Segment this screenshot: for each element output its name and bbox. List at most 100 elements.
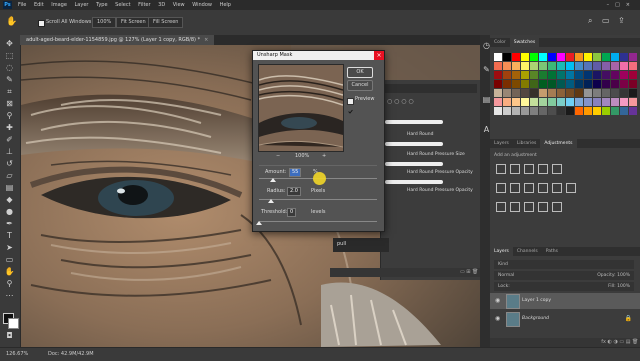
color-swatch[interactable] xyxy=(611,62,619,70)
color-swatch[interactable] xyxy=(593,80,601,88)
menu-help[interactable]: Help xyxy=(220,2,231,8)
menu-3d[interactable]: 3D xyxy=(158,2,165,8)
color-swatch[interactable] xyxy=(557,107,565,115)
scroll-all-checkbox[interactable] xyxy=(38,20,45,27)
menu-edit[interactable]: Edit xyxy=(34,2,44,8)
brush-item[interactable]: Hard Round Pressure Size xyxy=(407,152,465,157)
workspace-icon[interactable]: ▭ xyxy=(602,16,610,25)
color-swatch[interactable] xyxy=(575,62,583,70)
menu-view[interactable]: View xyxy=(173,2,185,8)
color-swatch[interactable] xyxy=(557,89,565,97)
color-swatch[interactable] xyxy=(620,107,628,115)
path-selection-tool-icon[interactable]: ➤ xyxy=(4,243,15,252)
color-swatch[interactable] xyxy=(503,107,511,115)
move-tool-icon[interactable]: ✥ xyxy=(4,39,15,48)
color-swatch[interactable] xyxy=(521,53,529,61)
color-swatch[interactable] xyxy=(503,62,511,70)
color-swatch[interactable] xyxy=(584,71,592,79)
eye-icon[interactable]: ◉ xyxy=(495,311,500,327)
color-swatch[interactable] xyxy=(629,89,637,97)
document-tab[interactable]: adult-aged-beard-elder-1154859.jpg @ 127… xyxy=(20,35,215,45)
color-swatch[interactable] xyxy=(503,71,511,79)
color-swatch[interactable] xyxy=(494,98,502,106)
color-swatch[interactable] xyxy=(512,80,520,88)
color-swatch[interactable] xyxy=(593,53,601,61)
brush-item[interactable]: Hard Round Pressure Opacity xyxy=(407,188,473,193)
color-swatch[interactable] xyxy=(584,89,592,97)
color-swatch[interactable] xyxy=(521,71,529,79)
ok-button[interactable]: OK xyxy=(347,67,373,78)
color-swatch[interactable] xyxy=(530,71,538,79)
hand-tool-icon[interactable]: ✋ xyxy=(4,267,15,276)
color-swatch[interactable] xyxy=(521,98,529,106)
vibrance-icon[interactable] xyxy=(552,164,562,174)
color-swatch[interactable] xyxy=(557,98,565,106)
opacity-control[interactable]: Opacity: 100% xyxy=(597,271,630,280)
history-brush-tool-icon[interactable]: ↺ xyxy=(4,159,15,168)
photo-filter-icon[interactable] xyxy=(538,183,548,193)
dodge-tool-icon[interactable]: ● xyxy=(4,207,15,216)
fill-screen-button[interactable]: Fill Screen xyxy=(148,17,184,28)
menu-select[interactable]: Select xyxy=(115,2,130,8)
color-swatch[interactable] xyxy=(548,98,556,106)
color-swatch[interactable] xyxy=(494,62,502,70)
color-swatch[interactable] xyxy=(602,53,610,61)
hand-icon[interactable]: ✋ xyxy=(6,17,18,28)
color-swatch[interactable] xyxy=(566,89,574,97)
color-swatch[interactable] xyxy=(584,53,592,61)
tab-libraries[interactable]: Libraries xyxy=(513,139,540,148)
more-tools-icon[interactable]: ⋯ xyxy=(4,291,15,300)
color-swatch[interactable] xyxy=(593,107,601,115)
color-swatch[interactable] xyxy=(566,98,574,106)
color-swatch[interactable] xyxy=(512,89,520,97)
levels-icon[interactable] xyxy=(510,164,520,174)
color-swatch[interactable] xyxy=(530,89,538,97)
color-swatch[interactable] xyxy=(566,53,574,61)
radius-slider-knob[interactable] xyxy=(267,199,274,203)
minimize-button[interactable]: – xyxy=(607,2,616,8)
frame-tool-icon[interactable]: ⊠ xyxy=(4,99,15,108)
color-swatch[interactable] xyxy=(611,53,619,61)
tab-layers[interactable]: Layers xyxy=(490,247,513,256)
color-swatch[interactable] xyxy=(566,62,574,70)
color-swatch[interactable] xyxy=(584,107,592,115)
color-swatch[interactable] xyxy=(521,89,529,97)
zoom-tool-icon[interactable]: ⚲ xyxy=(4,279,15,288)
blur-tool-icon[interactable]: ◆ xyxy=(4,195,15,204)
marquee-tool-icon[interactable]: ⬚ xyxy=(4,51,15,60)
color-swatch[interactable] xyxy=(557,62,565,70)
tab-color[interactable]: Color xyxy=(490,38,510,47)
color-swatch[interactable] xyxy=(575,107,583,115)
color-swatch[interactable] xyxy=(620,89,628,97)
color-swatch[interactable] xyxy=(575,89,583,97)
color-swatch[interactable] xyxy=(593,62,601,70)
healing-brush-tool-icon[interactable]: ✚ xyxy=(4,123,15,132)
color-swatch[interactable] xyxy=(512,107,520,115)
amount-slider-knob[interactable] xyxy=(270,178,277,182)
exposure-icon[interactable] xyxy=(538,164,548,174)
color-swatch[interactable] xyxy=(629,80,637,88)
color-swatch[interactable] xyxy=(629,53,637,61)
color-swatch[interactable] xyxy=(512,71,520,79)
color-swatch[interactable] xyxy=(548,53,556,61)
invert-icon[interactable] xyxy=(496,202,506,212)
fill-control[interactable]: Fill: 100% xyxy=(608,282,630,291)
color-swatch[interactable] xyxy=(575,80,583,88)
color-swatch[interactable] xyxy=(566,71,574,79)
color-swatch[interactable] xyxy=(530,80,538,88)
hue-saturation-icon[interactable] xyxy=(496,183,506,193)
color-swatch[interactable] xyxy=(602,71,610,79)
eraser-tool-icon[interactable]: ▱ xyxy=(4,171,15,180)
color-swatch[interactable] xyxy=(494,107,502,115)
threshold-field[interactable]: 0 xyxy=(287,208,297,217)
color-swatch[interactable] xyxy=(620,71,628,79)
color-swatch[interactable] xyxy=(548,80,556,88)
color-swatch[interactable] xyxy=(539,62,547,70)
pen-tool-icon[interactable]: ✒ xyxy=(4,219,15,228)
color-swatch[interactable] xyxy=(512,98,520,106)
zoom-out-icon[interactable]: − xyxy=(276,153,280,159)
close-tab-icon[interactable]: × xyxy=(204,37,208,43)
threshold-icon[interactable] xyxy=(524,202,534,212)
color-swatch[interactable] xyxy=(575,71,583,79)
color-swatch[interactable] xyxy=(494,71,502,79)
